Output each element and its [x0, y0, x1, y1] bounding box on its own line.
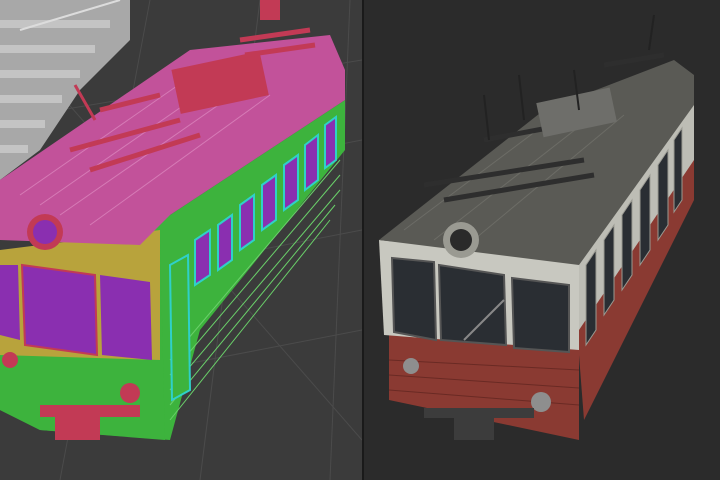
tram-textured-model: [379, 14, 694, 440]
id-map-render: [0, 0, 362, 480]
id-map-viewport[interactable]: [0, 0, 362, 480]
textured-viewport[interactable]: [364, 0, 720, 480]
textured-render: [379, 14, 694, 440]
